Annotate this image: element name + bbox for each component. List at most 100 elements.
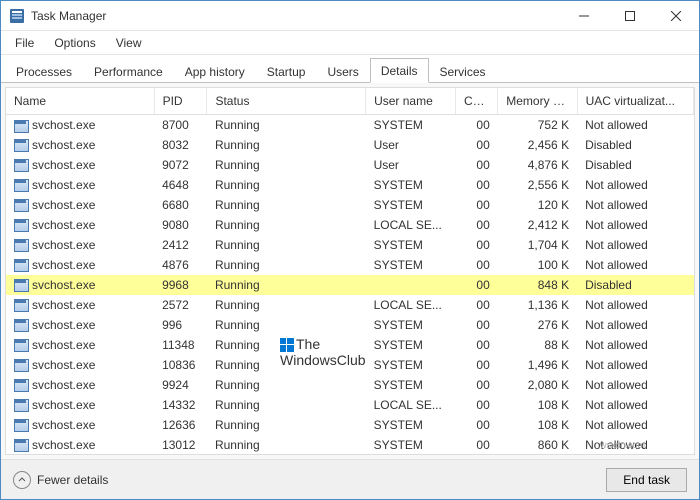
process-icon [14, 159, 28, 171]
cell-status: Running [207, 335, 366, 355]
cell-uac: Not allowed [577, 335, 693, 355]
cell-user: User [366, 155, 456, 175]
cell-uac: Not allowed [577, 195, 693, 215]
col-header-user[interactable]: User name [366, 88, 456, 115]
cell-pid: 4876 [154, 255, 207, 275]
tabbar: Processes Performance App history Startu… [1, 55, 699, 83]
cell-name: svchost.exe [6, 135, 154, 155]
cell-user: LOCAL SE... [366, 295, 456, 315]
cell-memory: 4,876 K [498, 155, 577, 175]
table-row[interactable]: svchost.exe8032RunningUser002,456 KDisab… [6, 135, 694, 155]
table-row[interactable]: svchost.exe4876RunningSYSTEM00100 KNot a… [6, 255, 694, 275]
cell-uac: Not allowed [577, 375, 693, 395]
cell-uac: Not allowed [577, 315, 693, 335]
menu-file[interactable]: File [5, 34, 44, 52]
table-row[interactable]: svchost.exe4648RunningSYSTEM002,556 KNot… [6, 175, 694, 195]
process-icon [14, 239, 28, 251]
cell-uac: Not allowed [577, 295, 693, 315]
cell-uac: Not allowed [577, 175, 693, 195]
tab-services[interactable]: Services [429, 59, 497, 83]
tab-app-history[interactable]: App history [174, 59, 256, 83]
cell-name: svchost.exe [6, 435, 154, 455]
cell-name: svchost.exe [6, 275, 154, 295]
col-header-status[interactable]: Status [207, 88, 366, 115]
tab-processes[interactable]: Processes [5, 59, 83, 83]
cell-pid: 2572 [154, 295, 207, 315]
cell-cpu: 00 [455, 395, 497, 415]
col-header-uac[interactable]: UAC virtualizat... [577, 88, 693, 115]
cell-status: Running [207, 435, 366, 455]
table-row[interactable]: svchost.exe2572RunningLOCAL SE...001,136… [6, 295, 694, 315]
col-header-pid[interactable]: PID [154, 88, 207, 115]
cell-cpu: 00 [455, 375, 497, 395]
menu-view[interactable]: View [106, 34, 152, 52]
process-icon [14, 319, 28, 331]
tab-startup[interactable]: Startup [256, 59, 317, 83]
cell-user: SYSTEM [366, 175, 456, 195]
cell-user: SYSTEM [366, 355, 456, 375]
maximize-button[interactable] [607, 1, 653, 31]
cell-pid: 996 [154, 315, 207, 335]
fewer-details-toggle[interactable]: Fewer details [13, 471, 108, 489]
table-row[interactable]: svchost.exe13012RunningSYSTEM00860 KNot … [6, 435, 694, 455]
table-row[interactable]: svchost.exe9072RunningUser004,876 KDisab… [6, 155, 694, 175]
cell-pid: 10836 [154, 355, 207, 375]
chevron-up-icon [13, 471, 31, 489]
table-row[interactable]: svchost.exe12636RunningSYSTEM00108 KNot … [6, 415, 694, 435]
cell-memory: 848 K [498, 275, 577, 295]
cell-status: Running [207, 235, 366, 255]
cell-memory: 1,704 K [498, 235, 577, 255]
tab-performance[interactable]: Performance [83, 59, 174, 83]
cell-status: Running [207, 135, 366, 155]
cell-name: svchost.exe [6, 375, 154, 395]
cell-user: LOCAL SE... [366, 215, 456, 235]
process-icon [14, 179, 28, 191]
table-row[interactable]: svchost.exe996RunningSYSTEM00276 KNot al… [6, 315, 694, 335]
table-row[interactable]: svchost.exe6680RunningSYSTEM00120 KNot a… [6, 195, 694, 215]
close-button[interactable] [653, 1, 699, 31]
process-icon [14, 399, 28, 411]
process-table: Name PID Status User name CPU Memory (a.… [6, 88, 694, 454]
cell-pid: 4648 [154, 175, 207, 195]
cell-cpu: 00 [455, 235, 497, 255]
cell-uac: Not allowed [577, 355, 693, 375]
cell-status: Running [207, 175, 366, 195]
cell-status: Running [207, 115, 366, 135]
table-row[interactable]: svchost.exe9968Running00848 KDisabled [6, 275, 694, 295]
tab-users[interactable]: Users [316, 59, 369, 83]
table-row[interactable]: svchost.exe8700RunningSYSTEM00752 KNot a… [6, 115, 694, 135]
cell-cpu: 00 [455, 215, 497, 235]
tab-details[interactable]: Details [370, 58, 429, 83]
col-header-memory[interactable]: Memory (a... [498, 88, 577, 115]
col-header-name[interactable]: Name [6, 88, 154, 115]
cell-memory: 752 K [498, 115, 577, 135]
cell-uac: Not allowed [577, 255, 693, 275]
process-icon [14, 259, 28, 271]
cell-cpu: 00 [455, 435, 497, 455]
cell-memory: 2,080 K [498, 375, 577, 395]
cell-uac: Disabled [577, 155, 693, 175]
menu-options[interactable]: Options [44, 34, 105, 52]
table-row[interactable]: svchost.exe9924RunningSYSTEM002,080 KNot… [6, 375, 694, 395]
table-row[interactable]: svchost.exe14332RunningLOCAL SE...00108 … [6, 395, 694, 415]
cell-pid: 9968 [154, 275, 207, 295]
table-row[interactable]: svchost.exe11348RunningSYSTEM0088 KNot a… [6, 335, 694, 355]
table-row[interactable]: svchost.exe10836RunningSYSTEM001,496 KNo… [6, 355, 694, 375]
end-task-button[interactable]: End task [606, 468, 687, 492]
cell-user: LOCAL SE... [366, 395, 456, 415]
cell-user: SYSTEM [366, 255, 456, 275]
process-table-scroll[interactable]: Name PID Status User name CPU Memory (a.… [6, 88, 694, 454]
cell-cpu: 00 [455, 355, 497, 375]
minimize-button[interactable] [561, 1, 607, 31]
cell-pid: 12636 [154, 415, 207, 435]
cell-uac: Disabled [577, 135, 693, 155]
table-row[interactable]: svchost.exe9080RunningLOCAL SE...002,412… [6, 215, 694, 235]
process-icon [14, 359, 28, 371]
table-row[interactable]: svchost.exe2412RunningSYSTEM001,704 KNot… [6, 235, 694, 255]
cell-cpu: 00 [455, 155, 497, 175]
col-header-cpu[interactable]: CPU [455, 88, 497, 115]
process-icon [14, 199, 28, 211]
cell-user: SYSTEM [366, 235, 456, 255]
cell-pid: 9072 [154, 155, 207, 175]
process-icon [14, 339, 28, 351]
